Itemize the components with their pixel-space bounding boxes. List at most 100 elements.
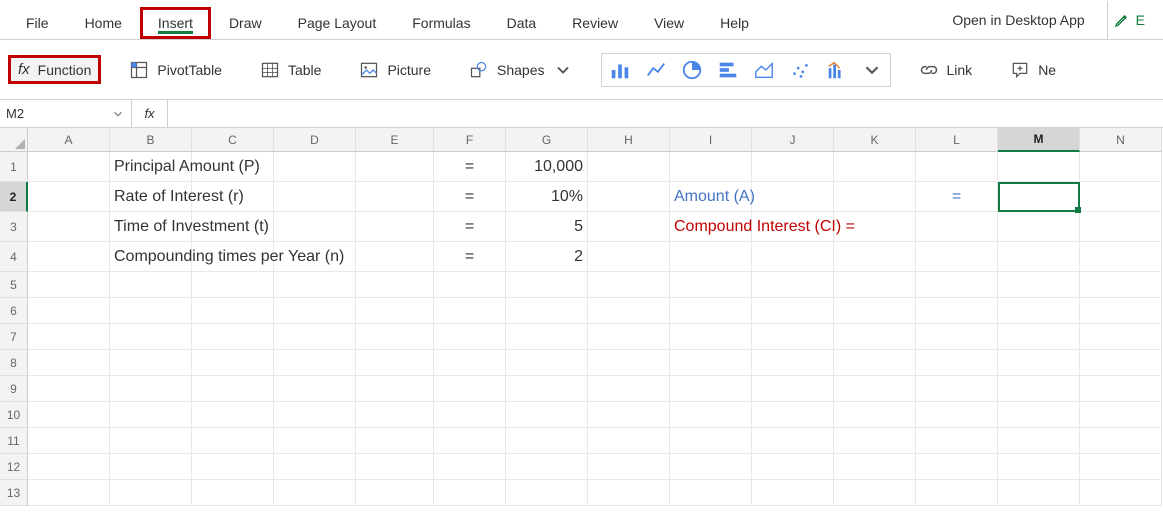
scatter-chart-icon[interactable] bbox=[788, 58, 812, 82]
col-header-G[interactable]: G bbox=[506, 128, 588, 152]
row-header-8[interactable]: 8 bbox=[0, 350, 28, 376]
cell-A12[interactable] bbox=[28, 454, 110, 480]
cell-H13[interactable] bbox=[588, 480, 670, 506]
cell-J8[interactable] bbox=[752, 350, 834, 376]
cell-B3[interactable]: Time of Investment (t) bbox=[110, 212, 192, 242]
cell-D13[interactable] bbox=[274, 480, 356, 506]
cell-K6[interactable] bbox=[834, 298, 916, 324]
select-all-corner[interactable] bbox=[0, 128, 28, 152]
col-header-J[interactable]: J bbox=[752, 128, 834, 152]
cell-N7[interactable] bbox=[1080, 324, 1162, 350]
cell-K11[interactable] bbox=[834, 428, 916, 454]
row-header-12[interactable]: 12 bbox=[0, 454, 28, 480]
cell-J6[interactable] bbox=[752, 298, 834, 324]
cell-L5[interactable] bbox=[916, 272, 998, 298]
cell-N6[interactable] bbox=[1080, 298, 1162, 324]
cell-N4[interactable] bbox=[1080, 242, 1162, 272]
cell-E2[interactable] bbox=[356, 182, 434, 212]
cell-B2[interactable]: Rate of Interest (r) bbox=[110, 182, 192, 212]
cell-I9[interactable] bbox=[670, 376, 752, 402]
cell-A7[interactable] bbox=[28, 324, 110, 350]
cell-E3[interactable] bbox=[356, 212, 434, 242]
cell-I5[interactable] bbox=[670, 272, 752, 298]
cell-A2[interactable] bbox=[28, 182, 110, 212]
name-box[interactable]: M2 bbox=[0, 100, 132, 127]
table-button[interactable]: Table bbox=[250, 54, 331, 86]
cell-N3[interactable] bbox=[1080, 212, 1162, 242]
line-chart-icon[interactable] bbox=[644, 58, 668, 82]
col-header-D[interactable]: D bbox=[274, 128, 356, 152]
cell-A11[interactable] bbox=[28, 428, 110, 454]
cell-N9[interactable] bbox=[1080, 376, 1162, 402]
cell-M6[interactable] bbox=[998, 298, 1080, 324]
cell-J11[interactable] bbox=[752, 428, 834, 454]
shapes-button[interactable]: Shapes bbox=[459, 54, 582, 86]
cell-I12[interactable] bbox=[670, 454, 752, 480]
link-button[interactable]: Link bbox=[909, 54, 983, 86]
open-desktop-button[interactable]: Open in Desktop App bbox=[944, 6, 1092, 34]
cell-F4[interactable]: = bbox=[434, 242, 506, 272]
new-comment-button[interactable]: Ne bbox=[1000, 54, 1066, 86]
cell-B9[interactable] bbox=[110, 376, 192, 402]
cell-G13[interactable] bbox=[506, 480, 588, 506]
cell-F6[interactable] bbox=[434, 298, 506, 324]
cell-K10[interactable] bbox=[834, 402, 916, 428]
cell-L4[interactable] bbox=[916, 242, 998, 272]
cell-E1[interactable] bbox=[356, 152, 434, 182]
column-chart-icon[interactable] bbox=[608, 58, 632, 82]
col-header-I[interactable]: I bbox=[670, 128, 752, 152]
cell-J4[interactable] bbox=[752, 242, 834, 272]
cell-A5[interactable] bbox=[28, 272, 110, 298]
row-header-5[interactable]: 5 bbox=[0, 272, 28, 298]
col-header-E[interactable]: E bbox=[356, 128, 434, 152]
cell-E5[interactable] bbox=[356, 272, 434, 298]
cell-N11[interactable] bbox=[1080, 428, 1162, 454]
cell-B6[interactable] bbox=[110, 298, 192, 324]
cell-G7[interactable] bbox=[506, 324, 588, 350]
cell-M12[interactable] bbox=[998, 454, 1080, 480]
cell-K12[interactable] bbox=[834, 454, 916, 480]
col-header-L[interactable]: L bbox=[916, 128, 998, 152]
cell-N2[interactable] bbox=[1080, 182, 1162, 212]
cell-M2[interactable] bbox=[998, 182, 1080, 212]
cell-M4[interactable] bbox=[998, 242, 1080, 272]
cell-J7[interactable] bbox=[752, 324, 834, 350]
cell-H11[interactable] bbox=[588, 428, 670, 454]
cell-F9[interactable] bbox=[434, 376, 506, 402]
cell-I10[interactable] bbox=[670, 402, 752, 428]
cell-I3[interactable]: Compound Interest (CI) = bbox=[670, 212, 752, 242]
cell-H8[interactable] bbox=[588, 350, 670, 376]
cell-E8[interactable] bbox=[356, 350, 434, 376]
row-header-9[interactable]: 9 bbox=[0, 376, 28, 402]
cell-L3[interactable] bbox=[916, 212, 998, 242]
cell-K1[interactable] bbox=[834, 152, 916, 182]
cell-L11[interactable] bbox=[916, 428, 998, 454]
cell-G11[interactable] bbox=[506, 428, 588, 454]
pie-chart-icon[interactable] bbox=[680, 58, 704, 82]
cell-E4[interactable] bbox=[356, 242, 434, 272]
cell-F10[interactable] bbox=[434, 402, 506, 428]
row-header-6[interactable]: 6 bbox=[0, 298, 28, 324]
tab-data[interactable]: Data bbox=[489, 7, 555, 39]
cell-G12[interactable] bbox=[506, 454, 588, 480]
cell-N8[interactable] bbox=[1080, 350, 1162, 376]
cell-M13[interactable] bbox=[998, 480, 1080, 506]
cell-F11[interactable] bbox=[434, 428, 506, 454]
cell-G3[interactable]: 5 bbox=[506, 212, 588, 242]
cell-C6[interactable] bbox=[192, 298, 274, 324]
cell-G4[interactable]: 2 bbox=[506, 242, 588, 272]
col-header-B[interactable]: B bbox=[110, 128, 192, 152]
cell-G10[interactable] bbox=[506, 402, 588, 428]
cell-D6[interactable] bbox=[274, 298, 356, 324]
col-header-K[interactable]: K bbox=[834, 128, 916, 152]
cell-H9[interactable] bbox=[588, 376, 670, 402]
cell-D5[interactable] bbox=[274, 272, 356, 298]
cell-A1[interactable] bbox=[28, 152, 110, 182]
row-header-7[interactable]: 7 bbox=[0, 324, 28, 350]
cell-L8[interactable] bbox=[916, 350, 998, 376]
cell-I11[interactable] bbox=[670, 428, 752, 454]
formula-input[interactable] bbox=[168, 100, 1163, 127]
cell-N5[interactable] bbox=[1080, 272, 1162, 298]
cell-J13[interactable] bbox=[752, 480, 834, 506]
cell-K4[interactable] bbox=[834, 242, 916, 272]
